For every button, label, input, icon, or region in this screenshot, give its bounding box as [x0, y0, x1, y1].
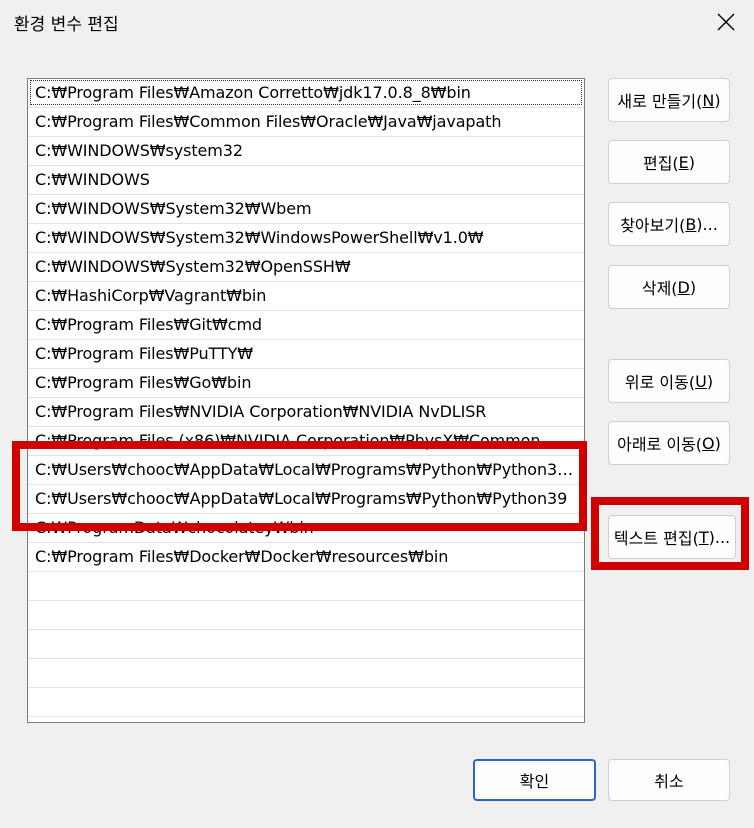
path-list-item[interactable]: C:₩Program Files₩Git₩cmd: [28, 311, 584, 340]
empty-list-row[interactable]: [28, 717, 584, 722]
delete-button[interactable]: 삭제(D): [608, 265, 730, 309]
path-list-item[interactable]: C:₩Program Files₩Docker₩Docker₩resources…: [28, 543, 584, 572]
path-text: C:₩Program Files₩Git₩cmd: [35, 315, 262, 334]
empty-list-row[interactable]: [28, 572, 584, 601]
path-list-item[interactable]: C:₩Program Files₩NVIDIA Corporation₩NVID…: [28, 398, 584, 427]
path-text: C:₩WINDOWS₩system32: [35, 141, 243, 160]
edit-button[interactable]: 편집(E): [608, 140, 730, 184]
path-list-item[interactable]: C:₩WINDOWS: [28, 166, 584, 195]
path-list-item[interactable]: C:₩Program Files₩PuTTY₩: [28, 340, 584, 369]
path-text: C:₩Program Files₩Common Files₩Oracle₩Jav…: [35, 112, 502, 131]
path-text: C:₩WINDOWS₩System32₩Wbem: [35, 199, 312, 218]
edit-text-button[interactable]: 텍스트 편집(T)...: [608, 515, 736, 559]
path-list-item[interactable]: C:₩ProgramData₩chocolatey₩bin: [28, 514, 584, 543]
move-up-button[interactable]: 위로 이동(U): [608, 359, 730, 403]
edit-env-variable-dialog: 환경 변수 편집 C:₩Program Files₩Amazon Corrett…: [0, 0, 754, 828]
ok-button[interactable]: 확인: [473, 759, 596, 801]
path-text: C:₩Program Files₩NVIDIA Corporation₩NVID…: [35, 402, 487, 421]
empty-list-row[interactable]: [28, 601, 584, 630]
empty-list-row[interactable]: [28, 659, 584, 688]
path-text: C:₩WINDOWS₩System32₩OpenSSH₩: [35, 257, 351, 276]
path-list-item[interactable]: C:₩Program Files₩Amazon Corretto₩jdk17.0…: [28, 79, 584, 108]
path-list[interactable]: C:₩Program Files₩Amazon Corretto₩jdk17.0…: [27, 78, 585, 723]
path-list-item[interactable]: C:₩Program Files₩Common Files₩Oracle₩Jav…: [28, 108, 584, 137]
path-list-item[interactable]: C:₩Program Files (x86)₩NVIDIA Corporatio…: [28, 427, 584, 456]
close-icon: [717, 13, 735, 31]
path-list-item[interactable]: C:₩WINDOWS₩System32₩OpenSSH₩: [28, 253, 584, 282]
path-text: C:₩Program Files (x86)₩NVIDIA Corporatio…: [35, 431, 541, 450]
path-text: C:₩Program Files₩Docker₩Docker₩resources…: [35, 547, 449, 566]
path-text: C:₩Users₩chooc₩AppData₩Local₩Programs₩Py…: [35, 489, 568, 508]
path-list-item[interactable]: C:₩Program Files₩Go₩bin: [28, 369, 584, 398]
path-list-item[interactable]: C:₩WINDOWS₩System32₩WindowsPowerShell₩v1…: [28, 224, 584, 253]
empty-list-row[interactable]: [28, 630, 584, 659]
close-button[interactable]: [708, 4, 744, 40]
path-list-item[interactable]: C:₩WINDOWS₩system32: [28, 137, 584, 166]
title-bar[interactable]: 환경 변수 편집: [0, 0, 754, 44]
path-text: C:₩Program Files₩Amazon Corretto₩jdk17.0…: [35, 83, 471, 102]
path-list-item[interactable]: C:₩WINDOWS₩System32₩Wbem: [28, 195, 584, 224]
cancel-button[interactable]: 취소: [608, 759, 730, 801]
new-button[interactable]: 새로 만들기(N): [608, 78, 730, 122]
move-down-button[interactable]: 아래로 이동(O): [608, 421, 730, 465]
path-text: C:₩WINDOWS: [35, 170, 150, 189]
path-text: C:₩WINDOWS₩System32₩WindowsPowerShell₩v1…: [35, 228, 484, 247]
browse-button[interactable]: 찾아보기(B)...: [608, 202, 730, 246]
path-text: C:₩Program Files₩Go₩bin: [35, 373, 252, 392]
path-text: C:₩Program Files₩PuTTY₩: [35, 344, 253, 363]
path-list-item[interactable]: C:₩Users₩chooc₩AppData₩Local₩Programs₩Py…: [28, 456, 584, 485]
empty-list-row[interactable]: [28, 688, 584, 717]
path-text: C:₩HashiCorp₩Vagrant₩bin: [35, 286, 267, 305]
path-list-item[interactable]: C:₩Users₩chooc₩AppData₩Local₩Programs₩Py…: [28, 485, 584, 514]
window-title: 환경 변수 편집: [14, 15, 119, 35]
path-list-item[interactable]: C:₩HashiCorp₩Vagrant₩bin: [28, 282, 584, 311]
path-text: C:₩ProgramData₩chocolatey₩bin: [35, 518, 314, 537]
path-text: C:₩Users₩chooc₩AppData₩Local₩Programs₩Py…: [35, 460, 579, 479]
